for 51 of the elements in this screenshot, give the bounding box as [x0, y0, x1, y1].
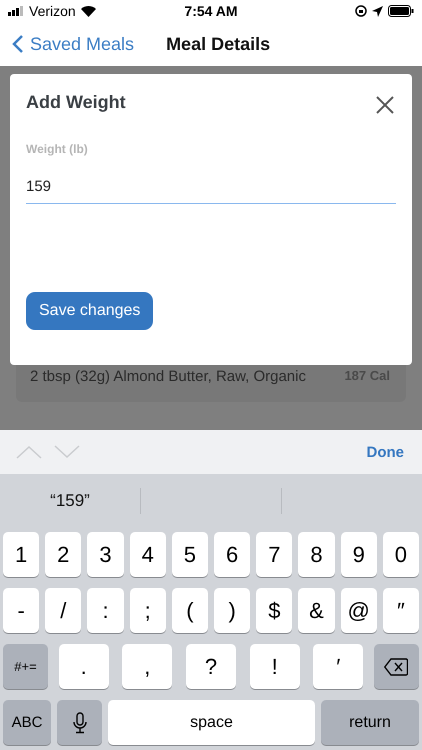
keyboard-key[interactable]: .: [58, 644, 109, 689]
keyboard-key[interactable]: 4: [130, 532, 166, 577]
keyboard-key[interactable]: ;: [130, 588, 166, 633]
keyboard-key[interactable]: 7: [256, 532, 292, 577]
keyboard-key[interactable]: ?: [186, 644, 236, 689]
dialog-title: Add Weight: [26, 92, 126, 112]
keyboard-key[interactable]: :: [87, 588, 124, 633]
backspace-icon: [384, 658, 408, 676]
signal-icon: [8, 6, 24, 16]
keyboard-key[interactable]: ,: [122, 644, 172, 689]
screen-title: Meal Details: [166, 34, 270, 54]
food-description: 2 tbsp (32g) Almond Butter, Raw, Organic: [30, 368, 306, 387]
wifi-icon: [80, 6, 96, 16]
keyboard-key[interactable]: 9: [340, 532, 377, 577]
return-key[interactable]: return: [321, 700, 419, 745]
keyboard-key[interactable]: ′: [313, 644, 364, 689]
keyboard-key[interactable]: @: [340, 588, 377, 633]
rotation-lock-icon: [354, 5, 367, 17]
carrier-name: Verizon: [29, 3, 76, 19]
back-chevron-icon: [12, 34, 24, 54]
dictation-key[interactable]: [57, 700, 102, 745]
back-button[interactable]: Saved Meals: [12, 34, 134, 54]
space-key[interactable]: space: [108, 700, 315, 745]
close-icon: [376, 96, 394, 114]
keyboard-key[interactable]: 0: [382, 532, 420, 577]
suggestion[interactable]: “159”: [50, 491, 90, 510]
done-button[interactable]: Done: [360, 442, 410, 462]
keyboard-key[interactable]: 2: [45, 532, 82, 577]
keyboard-key[interactable]: &: [298, 588, 335, 633]
battery-icon: [388, 5, 414, 17]
keyboard-key[interactable]: 3: [87, 532, 124, 577]
keyboard-key[interactable]: ): [214, 588, 250, 633]
save-changes-button[interactable]: Save changes: [26, 292, 154, 330]
keyboard-key[interactable]: -: [3, 588, 40, 633]
keyboard-key[interactable]: 5: [172, 532, 208, 577]
backspace-key[interactable]: [374, 644, 419, 689]
keyboard-key[interactable]: 6: [214, 532, 250, 577]
mode-key[interactable]: #+=: [3, 644, 48, 689]
keyboard-key[interactable]: 8: [298, 532, 335, 577]
field-label: Weight (lb): [26, 142, 89, 156]
keyboard-key[interactable]: (: [172, 588, 208, 633]
keyboard-key[interactable]: 1: [3, 532, 40, 577]
status-time: 7:54 AM: [184, 3, 238, 19]
location-icon: [372, 6, 383, 16]
keyboard-key[interactable]: $: [256, 588, 292, 633]
keyboard-key[interactable]: !: [250, 644, 300, 689]
keyboard-key[interactable]: ″: [382, 588, 420, 633]
keyboard-key[interactable]: /: [45, 588, 82, 633]
mode-key[interactable]: ABC: [3, 700, 51, 745]
microphone-icon: [72, 712, 86, 734]
close-button[interactable]: [374, 94, 396, 116]
